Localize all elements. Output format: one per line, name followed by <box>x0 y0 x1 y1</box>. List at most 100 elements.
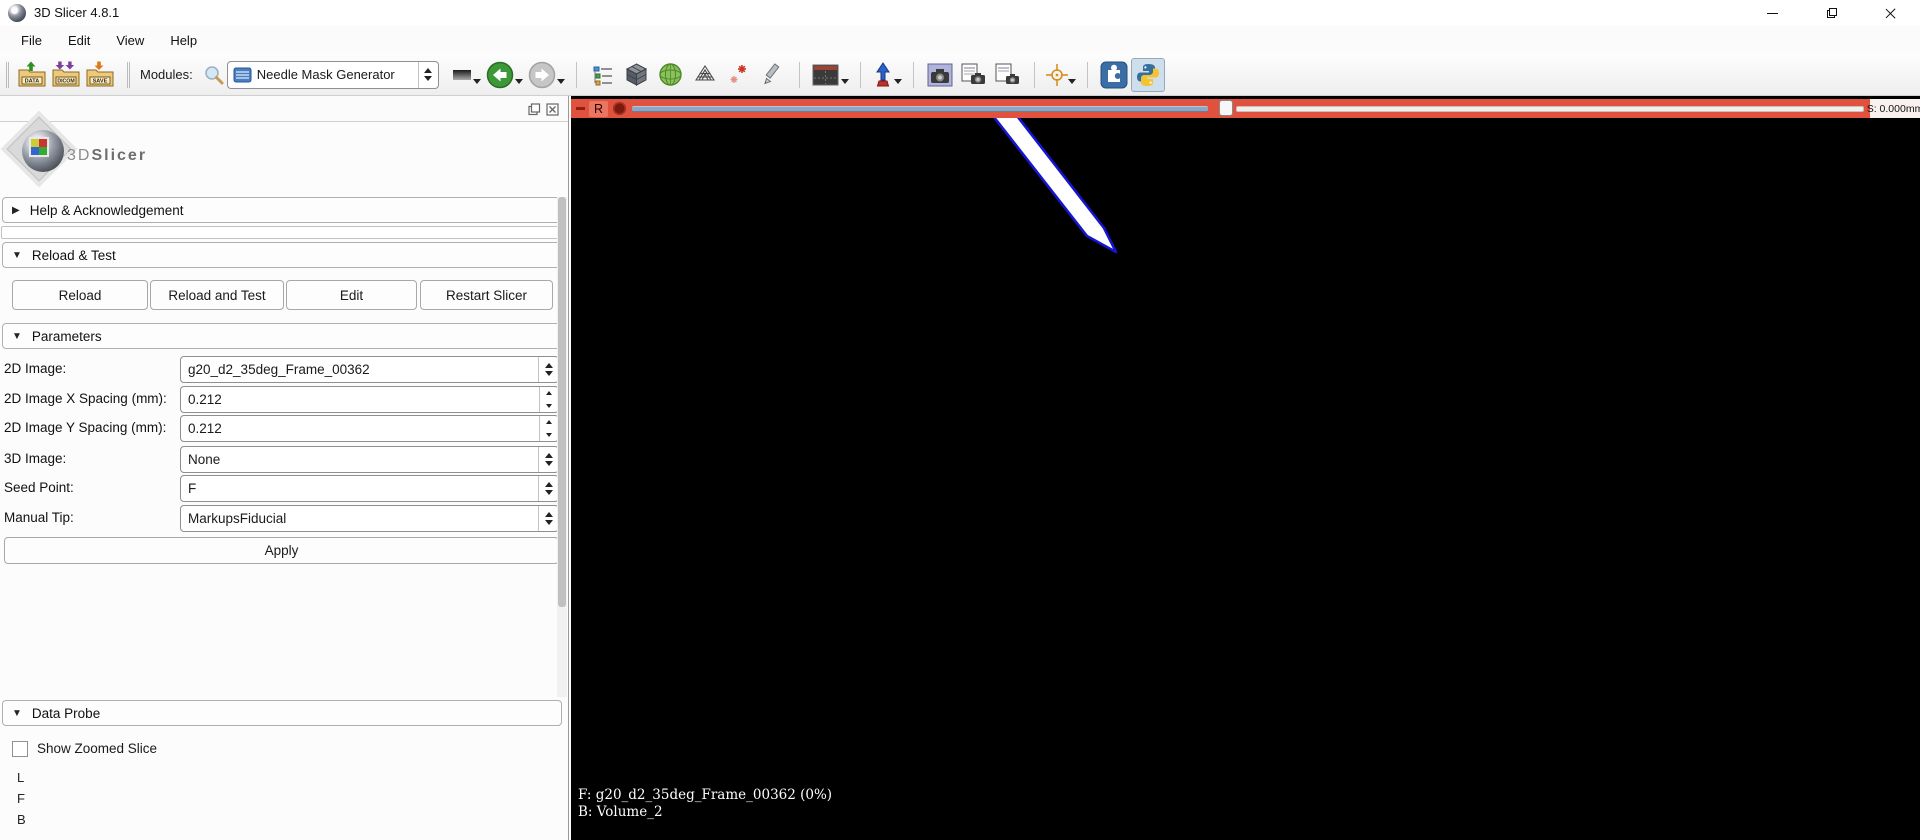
combo-spinner[interactable] <box>538 447 558 472</box>
slice-slider-track[interactable] <box>1236 106 1864 112</box>
module-selector-combobox[interactable]: Needle Mask Generator <box>226 60 439 89</box>
scene-view-camera-icon <box>961 63 986 84</box>
red-slice-viewport[interactable]: R S: 0.000mm F: g20_d2_35deg_Frame_00362… <box>571 96 1920 840</box>
spin-up-icon <box>544 482 553 487</box>
forward-arrow-icon <box>528 61 555 88</box>
logo-sphere-shape <box>22 130 64 172</box>
editor-module-button[interactable] <box>756 58 790 92</box>
float-panel-icon <box>528 102 541 115</box>
field-label: 3D Image: <box>4 451 67 466</box>
parameter-row-manual-tip: Manual Tip: MarkupsFiducial <box>0 505 569 532</box>
module-combo-spinner[interactable] <box>417 61 438 88</box>
edit-button[interactable]: Edit <box>286 280 417 310</box>
manual-tip-combobox[interactable]: MarkupsFiducial <box>180 505 559 532</box>
reload-test-section[interactable]: ▼ Reload & Test <box>2 242 562 268</box>
data-probe-section[interactable]: ▼ Data Probe <box>2 700 562 726</box>
screenshot-camera-icon <box>927 63 953 86</box>
selected-module-label: Needle Mask Generator <box>256 67 395 82</box>
module-back-button[interactable] <box>483 58 517 92</box>
menu-help[interactable]: Help <box>157 29 210 52</box>
svg-text:DICOM: DICOM <box>57 79 74 85</box>
seed-point-combobox[interactable]: F <box>180 475 559 502</box>
spin-down-icon <box>544 490 553 495</box>
panel-close-button[interactable] <box>545 102 560 116</box>
expanded-arrow-icon: ▼ <box>12 707 22 719</box>
toolbar-handle[interactable] <box>6 61 9 88</box>
reload-and-test-button[interactable]: Reload and Test <box>150 280 284 310</box>
slice-slider-handle[interactable] <box>1219 100 1233 116</box>
extensions-puzzle-icon <box>1100 61 1128 88</box>
restart-slicer-button[interactable]: Restart Slicer <box>420 280 553 310</box>
menu-view[interactable]: View <box>103 29 157 52</box>
module-panel: 3DSlicer ▶ Help & Acknowledgement ▼ Relo… <box>0 96 569 840</box>
models-module-button[interactable] <box>654 58 688 92</box>
screenshot-button[interactable] <box>923 58 957 92</box>
spin-down-icon <box>424 76 433 81</box>
toolbar-handle[interactable] <box>127 61 130 88</box>
module-search-button[interactable] <box>201 58 227 92</box>
2d-image-combobox[interactable]: g20_d2_35deg_Frame_00362 <box>180 356 559 383</box>
spin-down-icon <box>544 520 553 525</box>
scrollbar-thumb[interactable] <box>558 197 566 607</box>
menu-edit[interactable]: Edit <box>55 29 103 52</box>
maximize-button[interactable] <box>1804 0 1860 26</box>
layout-icon <box>812 64 839 85</box>
spin-down-icon <box>544 461 553 466</box>
panel-scrollbar[interactable] <box>557 197 567 697</box>
parameters-section[interactable]: ▼ Parameters <box>2 323 562 349</box>
slice-controller-bar: R S: 0.000mm <box>571 99 1920 118</box>
show-zoomed-slice-checkbox[interactable] <box>12 741 28 757</box>
scene-view-restore-icon <box>995 63 1020 84</box>
spin-down-icon <box>544 371 553 376</box>
slice-offset-label: S: 0.000mm <box>1867 99 1920 118</box>
background-volume-label: B: Volume_2 <box>578 803 663 820</box>
spinbox-buttons[interactable] <box>539 416 558 441</box>
scene-view-capture-button[interactable] <box>957 58 991 92</box>
apply-button[interactable]: Apply <box>4 537 559 564</box>
transforms-module-button[interactable] <box>688 58 722 92</box>
show-module-finder-button[interactable] <box>586 58 620 92</box>
load-data-button[interactable]: DATA <box>15 58 49 92</box>
dicom-button[interactable]: DICOM <box>49 58 83 92</box>
close-button[interactable] <box>1862 0 1918 26</box>
field-label: 2D Image X Spacing (mm): <box>4 391 167 406</box>
mouse-mode-arrow-icon <box>875 61 890 86</box>
save-icon: SAVE <box>86 61 114 87</box>
main-toolbar: DATA DICOM SAVE Modules: Needle Mask Gen… <box>0 54 1920 96</box>
x-spacing-spinbox[interactable]: 0.212 <box>180 386 559 413</box>
spinbox-buttons[interactable] <box>539 387 558 412</box>
needle-mask-overlay <box>988 110 1118 254</box>
y-spacing-spinbox[interactable]: 0.212 <box>180 415 559 442</box>
python-console-button[interactable] <box>1130 57 1165 92</box>
minimize-icon <box>1766 12 1778 14</box>
data-probe-row-b: B <box>17 812 26 827</box>
field-value: MarkupsFiducial <box>188 511 287 526</box>
pin-bar-icon[interactable] <box>576 107 585 110</box>
combo-spinner[interactable] <box>538 476 558 501</box>
markups-icon <box>730 65 747 83</box>
module-list-icon <box>593 66 612 85</box>
window-title: 3D Slicer 4.8.1 <box>34 5 120 20</box>
parameter-row-3d-image: 3D Image: None <box>0 446 569 473</box>
crosshair-button[interactable] <box>1044 58 1070 92</box>
markups-module-button[interactable] <box>722 58 756 92</box>
reload-button[interactable]: Reload <box>12 280 148 310</box>
panel-float-button[interactable] <box>527 102 542 116</box>
volumes-module-button[interactable] <box>620 58 654 92</box>
mouse-interaction-button[interactable] <box>870 58 896 92</box>
save-button[interactable]: SAVE <box>83 58 117 92</box>
slice-menu-icon[interactable] <box>613 102 626 115</box>
menu-file[interactable]: File <box>8 29 55 52</box>
extensions-manager-button[interactable] <box>1097 58 1131 92</box>
layout-selector-button[interactable] <box>809 58 843 92</box>
module-forward-button[interactable] <box>525 58 559 92</box>
minimize-button[interactable] <box>1744 0 1800 26</box>
combo-spinner[interactable] <box>538 506 558 531</box>
3d-image-combobox[interactable]: None <box>180 446 559 473</box>
combo-spinner[interactable] <box>538 357 558 382</box>
parameter-row-2d-image: 2D Image: g20_d2_35deg_Frame_00362 <box>0 356 569 383</box>
scene-view-restore-button[interactable] <box>991 58 1025 92</box>
help-acknowledgement-section[interactable]: ▶ Help & Acknowledgement <box>2 197 562 223</box>
slice-slider-track-filled[interactable] <box>632 106 1208 112</box>
module-history-button[interactable] <box>449 58 475 92</box>
